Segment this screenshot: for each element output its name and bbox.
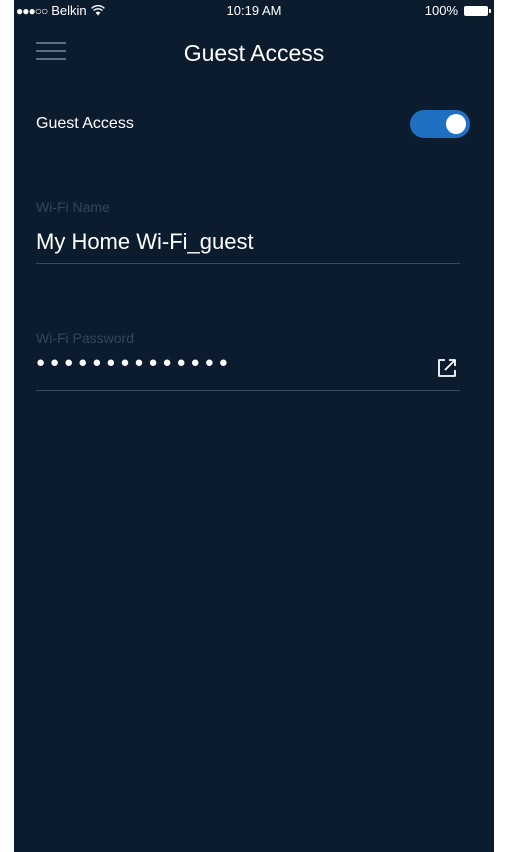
status-right: 100% bbox=[424, 3, 491, 18]
wifi-password-underline bbox=[36, 390, 460, 391]
wifi-name-underline bbox=[36, 263, 460, 264]
status-bar: ●●●○○ Belkin 10:19 AM 100% bbox=[14, 0, 494, 22]
wifi-name-value[interactable]: My Home Wi-Fi_guest bbox=[36, 229, 254, 255]
guest-access-label: Guest Access bbox=[36, 115, 134, 132]
toggle-knob bbox=[446, 114, 466, 134]
guest-access-toggle[interactable] bbox=[410, 110, 470, 138]
wifi-password-label: Wi-Fi Password bbox=[36, 330, 135, 346]
wifi-password-value[interactable]: ●●●●●●●●●●●●●● bbox=[36, 354, 233, 371]
battery-icon bbox=[464, 5, 491, 16]
status-time: 10:19 AM bbox=[226, 3, 282, 18]
wifi-name-label: Wi-Fi Name bbox=[36, 199, 110, 215]
page-title: Guest Access bbox=[183, 40, 325, 66]
share-icon[interactable] bbox=[436, 357, 458, 379]
app-screen: ●●●○○ Belkin 10:19 AM 100% Guest Access … bbox=[14, 0, 494, 852]
battery-percent: 100% bbox=[424, 3, 458, 18]
